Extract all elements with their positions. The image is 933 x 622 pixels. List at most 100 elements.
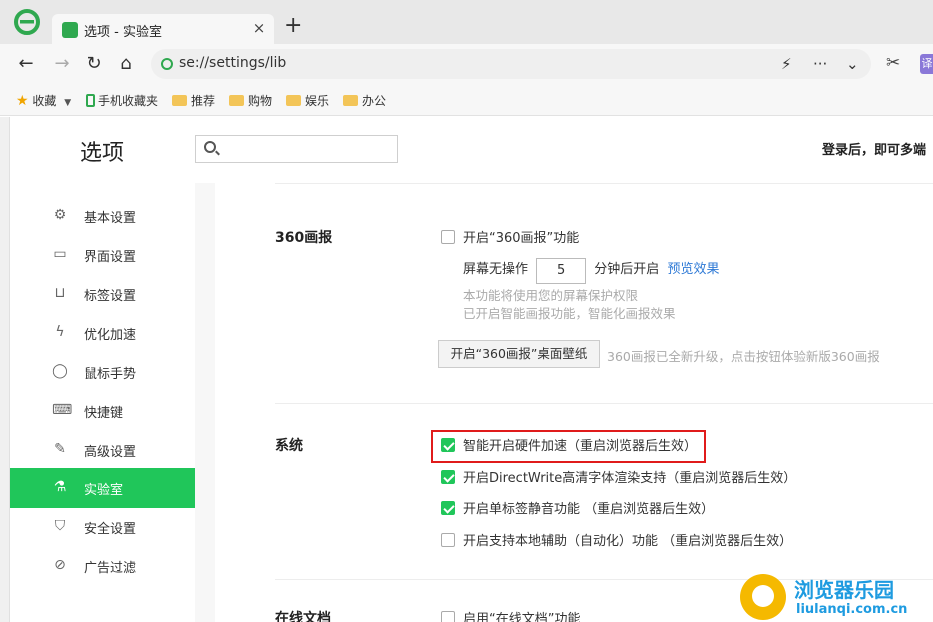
search-icon (204, 141, 216, 153)
online-docs-enable-option[interactable]: 启用“在线文档”功能 (441, 608, 580, 622)
wallpaper-button[interactable]: 开启“360画报”桌面壁纸 (438, 340, 600, 368)
wrench-icon: ✎ (54, 441, 66, 457)
tab-title: 选项 - 实验室 (84, 25, 162, 40)
sidebar-item-lab[interactable]: ⚗ 实验室 (10, 468, 195, 508)
lightning-icon: ϟ (55, 324, 65, 340)
new-tab-button[interactable]: + (284, 15, 302, 37)
sidebar-item-optimize[interactable]: ϟ 优化加速 (10, 313, 195, 353)
forward-arrow-icon[interactable]: → (50, 52, 74, 76)
phone-icon (86, 94, 95, 107)
sidebar-item-label: 标签设置 (84, 289, 137, 304)
section-title-pictorial: 360画报 (275, 230, 333, 246)
folder-icon (286, 95, 301, 106)
sidebar-item-adblock[interactable]: ⊘ 广告过滤 (10, 546, 195, 586)
divider (275, 403, 933, 404)
sidebar-item-label: 实验室 (84, 483, 124, 498)
bookmark-favorites[interactable]: ★ 收藏 ▼ (16, 92, 71, 109)
pictorial-note-1: 本功能将使用您的屏幕保护权限 (463, 288, 639, 303)
preview-link[interactable]: 预览效果 (667, 262, 719, 277)
sidebar-item-label: 界面设置 (84, 250, 137, 265)
url-text[interactable]: se://settings/lib (179, 55, 286, 71)
more-icon[interactable]: ··· (813, 55, 827, 73)
navigation-bar: ← → ↻ ⌂ se://settings/lib ⚡ ··· ⌄ ✂ 译 (0, 44, 933, 84)
settings-card: 360画报 开启“360画报”功能 屏幕无操作 5 分钟后开启 预览效果 本功能… (215, 183, 933, 622)
scissors-icon[interactable]: ✂ (886, 53, 900, 73)
idle-setting: 屏幕无操作 5 分钟后开启 预览效果 (463, 258, 719, 284)
bookmark-folder-office[interactable]: 办公 (343, 92, 386, 109)
online-docs-checkbox[interactable] (441, 611, 455, 622)
sidebar-item-basic[interactable]: ⚙ 基本设置 (10, 196, 195, 236)
watermark-url: liulanqi.com.cn (796, 602, 908, 617)
sidebar-item-interface[interactable]: ▭ 界面设置 (10, 235, 195, 275)
option-label: 启用“在线文档”功能 (463, 612, 581, 622)
tab-icon: ⊔ (54, 285, 66, 301)
settings-sidebar: ⚙ 基本设置 ▭ 界面设置 ⊔ 标签设置 ϟ 优化加速 ◯ 鼠标手势 ⌨ 快捷键… (10, 196, 195, 622)
tab-mute-checkbox[interactable] (441, 501, 455, 515)
bookmark-label: 娱乐 (305, 94, 330, 108)
idle-minutes-input[interactable]: 5 (536, 258, 587, 284)
sidebar-item-label: 安全设置 (84, 522, 137, 537)
lightning-icon[interactable]: ⚡ (781, 55, 792, 73)
pictorial-note-2: 已开启智能画报功能，智能化画报效果 (463, 306, 676, 321)
automation-checkbox[interactable] (441, 533, 455, 547)
gear-icon: ⚙ (53, 207, 67, 223)
sidebar-item-security[interactable]: ⛉ 安全设置 (10, 507, 195, 547)
close-tab-icon[interactable]: × (250, 19, 268, 37)
sidebar-item-tabs[interactable]: ⊔ 标签设置 (10, 274, 195, 314)
folder-icon (172, 95, 187, 106)
tab-strip: 选项 - 实验室 × + (0, 0, 933, 44)
bookmarks-bar: ★ 收藏 ▼ 手机收藏夹 推荐 购物 娱乐 办公 (0, 84, 933, 116)
sidebar-item-shortcuts[interactable]: ⌨ 快捷键 (10, 391, 195, 431)
mouse-icon: ◯ (52, 363, 68, 379)
settings-content: 360画报 开启“360画报”功能 屏幕无操作 5 分钟后开启 预览效果 本功能… (195, 183, 933, 622)
sidebar-item-mouse-gesture[interactable]: ◯ 鼠标手势 (10, 352, 195, 392)
system-option-directwrite[interactable]: 开启DirectWrite高清字体渲染支持（重启浏览器后生效） (441, 467, 796, 486)
bookmark-folder-entertainment[interactable]: 娱乐 (286, 92, 329, 109)
idle-prefix: 屏幕无操作 (463, 262, 529, 277)
watermark-logo-icon (740, 574, 786, 620)
directwrite-checkbox[interactable] (441, 470, 455, 484)
watermark-title: 浏览器乐园 (794, 578, 894, 602)
back-arrow-icon[interactable]: ← (14, 52, 38, 76)
window-edge (0, 117, 10, 622)
pictorial-enable-checkbox[interactable] (441, 230, 455, 244)
system-option-tab-mute[interactable]: 开启单标签静音功能 （重启浏览器后生效） (441, 498, 714, 517)
block-icon: ⊘ (54, 557, 66, 573)
home-icon[interactable]: ⌂ (114, 52, 138, 76)
settings-search-input[interactable] (195, 135, 398, 163)
flask-icon: ⚗ (53, 479, 67, 495)
caret-down-icon[interactable]: ▼ (64, 98, 71, 108)
browser-logo-icon[interactable] (14, 9, 40, 35)
lab-favicon-icon (62, 22, 78, 38)
watermark: 浏览器乐园 liulanqi.com.cn (740, 572, 933, 622)
tab-settings-lab[interactable]: 选项 - 实验室 × (52, 14, 274, 44)
reload-icon[interactable]: ↻ (82, 52, 106, 76)
bookmark-mobile[interactable]: 手机收藏夹 (86, 92, 158, 109)
bookmark-folder-recommend[interactable]: 推荐 (172, 92, 215, 109)
folder-icon (229, 95, 244, 106)
divider (275, 183, 933, 184)
bookmark-folder-shopping[interactable]: 购物 (229, 92, 272, 109)
sidebar-item-label: 快捷键 (84, 406, 124, 421)
bookmark-label: 办公 (362, 94, 387, 108)
highlight-box (431, 430, 706, 463)
folder-icon (343, 95, 358, 106)
address-bar[interactable]: se://settings/lib ⚡ ··· ⌄ (151, 49, 871, 79)
pictorial-enable-option[interactable]: 开启“360画报”功能 (441, 227, 579, 246)
shield-icon: ⛉ (54, 518, 66, 534)
system-option-automation[interactable]: 开启支持本地辅助（自动化）功能 （重启浏览器后生效） (441, 530, 792, 549)
chevron-down-icon[interactable]: ⌄ (846, 55, 859, 73)
bookmark-label: 手机收藏夹 (98, 94, 159, 108)
section-title-system: 系统 (275, 438, 303, 454)
option-label: 开启“360画报”功能 (463, 231, 580, 246)
login-hint[interactable]: 登录后，即可多端 (822, 139, 926, 158)
section-title-online-docs: 在线文档 (275, 611, 331, 622)
bookmark-label: 收藏 (32, 94, 57, 108)
option-label: 开启DirectWrite高清字体渲染支持（重启浏览器后生效） (463, 471, 797, 486)
keyboard-icon: ⌨ (52, 402, 73, 418)
translate-badge-icon[interactable]: 译 (920, 54, 933, 74)
option-label: 开启支持本地辅助（自动化）功能 （重启浏览器后生效） (463, 534, 793, 549)
wallpaper-note: 360画报已全新升级，点击按钮体验新版360画报 (607, 349, 880, 364)
settings-page: 选项 登录后，即可多端 ⚙ 基本设置 ▭ 界面设置 ⊔ 标签设置 ϟ 优化加速 … (10, 117, 933, 622)
sidebar-item-advanced[interactable]: ✎ 高级设置 (10, 430, 195, 470)
